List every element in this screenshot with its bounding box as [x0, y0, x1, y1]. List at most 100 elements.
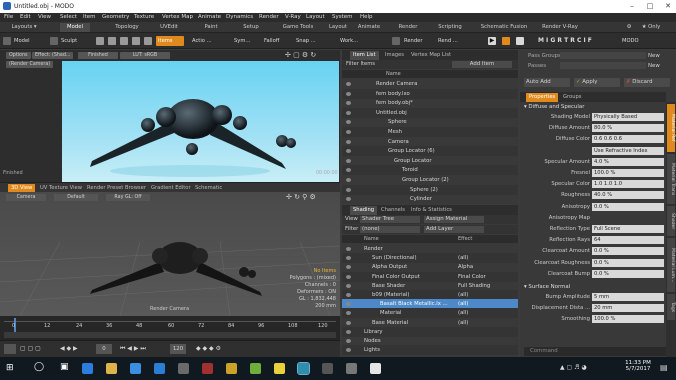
visibility-eye-icon[interactable]	[346, 187, 351, 192]
key-tools[interactable]: ◆ ◆ ◆ ⚙	[196, 345, 221, 352]
tab-properties[interactable]: Properties	[526, 93, 559, 102]
menu-texture[interactable]: Texture	[134, 14, 154, 20]
timeline[interactable]: 0 12 24 36 48 60 72 84 96 108 120	[0, 316, 340, 340]
tab-render-preset-browser[interactable]: Render Preset Browser	[84, 184, 149, 192]
illustrator-icon[interactable]	[202, 363, 213, 374]
menu-vray[interactable]: V-Ray	[285, 14, 301, 20]
visibility-eye-icon[interactable]	[346, 302, 351, 307]
model-button[interactable]: Model	[12, 36, 32, 46]
side-tab-shader[interactable]: Shader	[667, 206, 675, 236]
preview-icon[interactable]	[516, 37, 524, 45]
visibility-eye-icon[interactable]	[346, 283, 351, 288]
menu-view[interactable]: View	[38, 14, 51, 20]
visibility-eye-icon[interactable]	[346, 91, 351, 96]
workplane-button[interactable]: Work...	[338, 36, 360, 46]
action-center-button[interactable]: Actio ...	[190, 36, 214, 46]
end-frame-field[interactable]: 120	[170, 344, 186, 354]
preview-render-canvas[interactable]	[62, 61, 339, 182]
menu-animate[interactable]: Animate	[198, 14, 221, 20]
store-icon[interactable]	[130, 363, 141, 374]
item-row[interactable]: Toroid	[342, 165, 518, 176]
tab-3d-view[interactable]: 3D View	[8, 184, 36, 192]
diffuse-specular-section[interactable]: ▾ Diffuse and Specular	[524, 104, 584, 110]
item-row[interactable]: Cylinder	[342, 194, 518, 204]
layouts-dropdown[interactable]: Layouts ▾	[4, 23, 44, 32]
item-row[interactable]: Group Locator (2)	[342, 175, 518, 185]
assign-material-button[interactable]: Assign Material	[424, 216, 484, 223]
property-value-field[interactable]: 5 mm	[592, 293, 664, 301]
clock[interactable]: 11:33 PM 5/7/2017	[622, 360, 654, 372]
camera-dropdown[interactable]: Camera	[6, 194, 46, 201]
tab-shading[interactable]: Shading	[350, 206, 378, 215]
visibility-eye-icon[interactable]	[346, 110, 351, 115]
task-view-icon[interactable]: ▣	[60, 362, 69, 372]
only-toggle[interactable]: ★ Only	[636, 23, 666, 32]
timeline-tools[interactable]: ▢ ▢ ▢	[20, 345, 41, 352]
shader-row[interactable]: Lights	[342, 345, 518, 356]
item-row[interactable]: Mesh	[342, 127, 518, 137]
notification-icon[interactable]: ▤	[660, 363, 668, 372]
property-value-field[interactable]: 0.6 0.6 0.6	[592, 135, 664, 144]
edge-select-icon[interactable]	[108, 37, 116, 45]
item-row[interactable]: Untitled.obj	[342, 107, 518, 118]
visibility-eye-icon[interactable]	[346, 293, 351, 297]
visibility-eye-icon[interactable]	[346, 329, 351, 334]
app-icon-dark[interactable]	[322, 363, 333, 374]
view-dropdown[interactable]: Shader Tree	[360, 216, 420, 223]
visibility-eye-icon[interactable]	[346, 339, 351, 343]
material-select-icon[interactable]	[132, 37, 140, 45]
mail-icon[interactable]	[154, 363, 165, 374]
render-icon[interactable]	[392, 37, 400, 45]
new-pass-button[interactable]: New	[648, 63, 660, 69]
3d-viewport[interactable]: Camera Default Ray GL: Off ✢ ↻ ⚲ ⚙ No It…	[0, 192, 340, 316]
tab-render-vray[interactable]: Render V-Ray	[538, 23, 582, 32]
tab-gradient-editor[interactable]: Gradient Editor	[148, 184, 194, 192]
property-value-field[interactable]: 0.0 %	[592, 202, 664, 211]
side-tab-material-ref[interactable]: Material Ref	[667, 104, 675, 152]
menu-edit[interactable]: Edit	[20, 14, 31, 20]
preview-controls[interactable]: ✢ ▢ ⚙ ↻	[285, 51, 316, 59]
property-value-field[interactable]: 100.0 %	[592, 315, 664, 324]
menu-system[interactable]: System	[332, 14, 353, 20]
property-value-field[interactable]: 80.0 %	[592, 124, 664, 133]
item-row[interactable]: Group Locator	[342, 156, 518, 166]
property-value-field[interactable]: Use Refractive Index	[592, 146, 664, 155]
default-style-dropdown[interactable]: Default	[54, 194, 98, 201]
side-tab-tags[interactable]: Tags	[667, 294, 675, 320]
windows-start-icon[interactable]: ⊞	[6, 363, 14, 373]
symmetry-button[interactable]: Sym...	[232, 36, 252, 46]
menu-render[interactable]: Render	[259, 14, 279, 20]
app-icon-gray[interactable]	[346, 363, 357, 374]
tab-channels[interactable]: Channels	[378, 206, 408, 215]
pass-groups-dropdown[interactable]	[560, 52, 646, 59]
sculpt-mode-icon[interactable]	[50, 37, 58, 45]
passes-dropdown[interactable]	[560, 62, 646, 69]
tab-model[interactable]: Model	[60, 23, 90, 32]
item-row[interactable]: Camera	[342, 137, 518, 147]
tab-uv-texture-view[interactable]: UV Texture View	[37, 184, 85, 192]
tab-render[interactable]: Render	[390, 23, 426, 32]
visibility-eye-icon[interactable]	[346, 265, 351, 270]
visibility-eye-icon[interactable]	[346, 82, 351, 86]
item-row[interactable]: Group Locator (6)	[342, 146, 518, 157]
menu-geometry[interactable]: Geometry	[102, 14, 129, 20]
filter-dropdown[interactable]: (none)	[360, 226, 420, 233]
tab-game-tools[interactable]: Game Tools	[278, 23, 318, 32]
app-icon-light[interactable]	[274, 363, 285, 374]
falloff-button[interactable]: Falloff	[262, 36, 281, 46]
property-value-field[interactable]: 40.0 %	[592, 191, 664, 200]
tab-animate[interactable]: Animate	[354, 23, 384, 32]
tab-schematic-fusion[interactable]: Schematic Fusion	[476, 23, 532, 32]
minimize-icon[interactable]: –	[625, 1, 639, 11]
menu-vertex-map[interactable]: Vertex Map	[162, 14, 193, 20]
item-row[interactable]: Sphere (2)	[342, 184, 518, 195]
tab-layout[interactable]: Layout	[324, 23, 352, 32]
items-button[interactable]: Items	[156, 36, 184, 46]
preview-viewport[interactable]: Options Effect: (Shad... Finished LUT: s…	[0, 50, 340, 182]
visibility-eye-icon[interactable]	[346, 120, 351, 125]
menu-help[interactable]: Help	[360, 14, 373, 20]
visibility-eye-icon[interactable]	[346, 149, 351, 154]
new-pass-group-button[interactable]: New	[648, 53, 660, 59]
property-value-field[interactable]: 64	[592, 236, 664, 245]
visibility-eye-icon[interactable]	[346, 178, 351, 182]
